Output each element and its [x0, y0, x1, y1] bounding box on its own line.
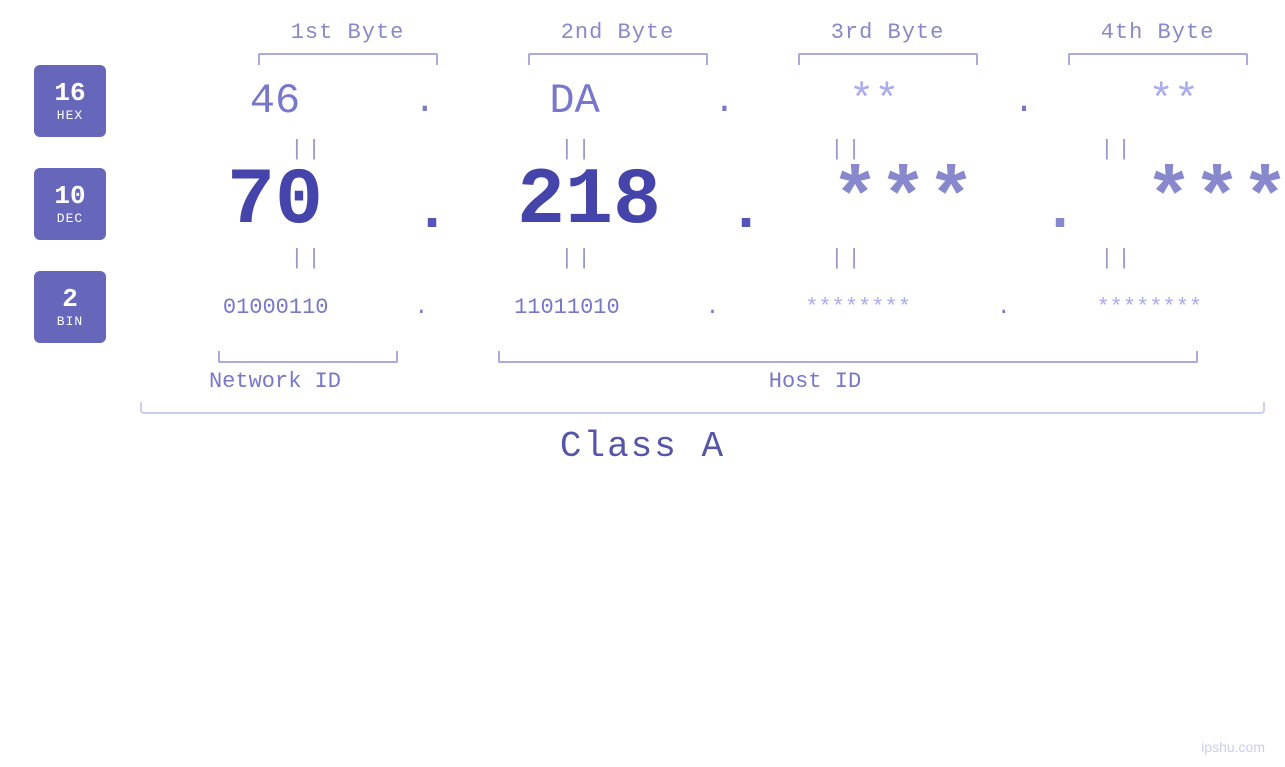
eq2-c4: || [983, 246, 1253, 271]
network-id-label: Network ID [140, 369, 410, 394]
hex-cell-4: ** [1039, 77, 1285, 125]
hex-badge-label: HEX [57, 108, 83, 123]
dec-b2: 218 [517, 162, 661, 242]
hex-b3: ** [849, 77, 899, 125]
dec-b1: 70 [227, 162, 323, 242]
bin-dot-2: . [702, 295, 723, 320]
bin-badge: 2 BIN [34, 271, 106, 343]
dec-b4: *** [1145, 162, 1285, 242]
hex-b1: 46 [250, 77, 300, 125]
dec-dot-3: . [1038, 182, 1082, 242]
byte2-header: 2nd Byte [483, 20, 753, 45]
bin-b3: ******** [805, 295, 911, 320]
eq2-c1: || [173, 246, 443, 271]
bin-row: 2 BIN 01000110 . 11011010 . ******** . *… [0, 271, 1285, 343]
dec-badge-number: 10 [54, 182, 85, 211]
class-label: Class A [560, 426, 725, 467]
bracket2 [528, 53, 708, 65]
bin-b4: ******** [1096, 295, 1202, 320]
hex-dot-2: . [710, 81, 740, 122]
bin-dot-3: . [993, 295, 1014, 320]
byte-headers: 1st Byte 2nd Byte 3rd Byte 4th Byte [40, 0, 1285, 45]
eq2-c3: || [713, 246, 983, 271]
hex-cell-1: 46 [140, 77, 410, 125]
hex-row: 16 HEX 46 . DA . ** . ** [0, 65, 1285, 137]
host-id-label: Host ID [410, 369, 1220, 394]
bin-cell-1: 01000110 [141, 295, 411, 320]
bracket3 [798, 53, 978, 65]
network-bracket [218, 351, 398, 363]
bracket4 [1068, 53, 1248, 65]
main-container: 1st Byte 2nd Byte 3rd Byte 4th Byte 16 H… [0, 0, 1285, 767]
top-brackets [73, 53, 1285, 65]
dec-dot-2: . [724, 182, 768, 242]
hex-dot-3: . [1009, 81, 1039, 122]
bottom-bracket-area [0, 351, 1285, 363]
id-labels-row: Network ID Host ID [0, 369, 1285, 394]
byte4-header: 4th Byte [1023, 20, 1285, 45]
mega-bracket-area [0, 402, 1285, 414]
byte3-header: 3rd Byte [753, 20, 1023, 45]
bin-cell-2: 11011010 [432, 295, 702, 320]
bin-b2: 11011010 [514, 295, 620, 320]
hex-dot-1: . [410, 81, 440, 122]
dec-cell-4: *** [1082, 162, 1285, 242]
dec-badge: 10 DEC [34, 168, 106, 240]
equals-row-2: || || || || [0, 246, 1285, 271]
bin-badge-number: 2 [62, 285, 78, 314]
bin-cell-4: ******** [1014, 295, 1284, 320]
watermark: ipshu.com [1201, 739, 1265, 755]
bracket1 [258, 53, 438, 65]
hex-badge: 16 HEX [34, 65, 106, 137]
byte1-header: 1st Byte [213, 20, 483, 45]
bin-dot-1: . [411, 295, 432, 320]
hex-badge-number: 16 [54, 79, 85, 108]
hex-b4: ** [1149, 77, 1199, 125]
dec-badge-label: DEC [57, 211, 83, 226]
bin-badge-label: BIN [57, 314, 83, 329]
eq2-c2: || [443, 246, 713, 271]
bin-b1: 01000110 [223, 295, 329, 320]
dec-cell-3: *** [768, 162, 1038, 242]
mega-bracket [140, 402, 1265, 414]
host-bracket [498, 351, 1198, 363]
dec-b3: *** [831, 162, 975, 242]
dec-row: 10 DEC 70 . 218 . *** . *** [0, 162, 1285, 246]
dec-cell-1: 70 [140, 162, 410, 242]
dec-dot-1: . [410, 182, 454, 242]
dec-cell-2: 218 [454, 162, 724, 242]
hex-cell-3: ** [739, 77, 1009, 125]
hex-cell-2: DA [440, 77, 710, 125]
bin-cell-3: ******** [723, 295, 993, 320]
hex-b2: DA [549, 77, 599, 125]
